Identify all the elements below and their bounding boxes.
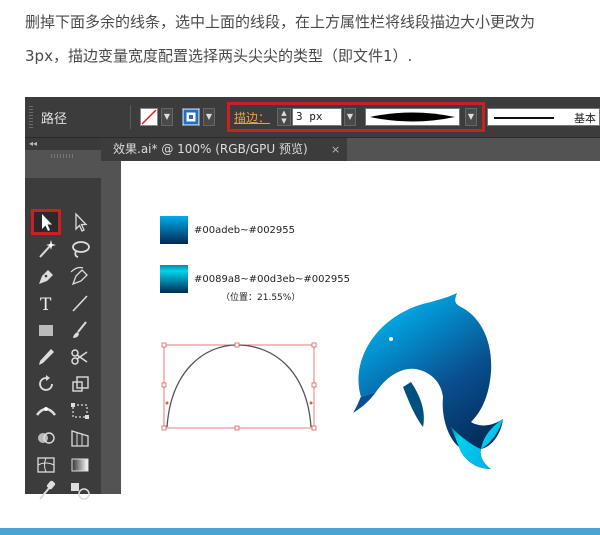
document-tab[interactable]: 效果.ai* @ 100% (RGB/GPU 预览) × <box>101 138 347 161</box>
tools-panel: ◂◂ T <box>25 138 101 500</box>
control-bar-grip[interactable] <box>29 106 33 128</box>
rotate-tool-icon[interactable] <box>31 372 61 396</box>
stroke-label-link[interactable]: 描边： <box>234 109 270 126</box>
paintbrush-tool-icon[interactable] <box>65 318 95 342</box>
panel-grip[interactable] <box>51 154 73 158</box>
stroke-dropdown-arrow[interactable]: ▼ <box>203 108 215 126</box>
type-tool-icon[interactable]: T <box>31 291 61 315</box>
selection-tool-icon[interactable] <box>31 210 61 234</box>
canvas-left-strip <box>101 161 121 494</box>
instruction-line-1: 删掉下面多余的线条，选中上面的线段，在上方属性栏将线段描边大小更改为 <box>25 13 536 31</box>
close-tab-icon[interactable]: × <box>331 138 340 161</box>
stroke-weight-dropdown-arrow[interactable]: ▼ <box>344 108 356 126</box>
curvature-tool-icon[interactable] <box>65 264 95 288</box>
selected-arc-path[interactable] <box>159 341 319 431</box>
rectangle-tool-icon[interactable] <box>31 318 61 342</box>
gradient-tool-icon[interactable] <box>65 453 95 477</box>
lasso-tool-icon[interactable] <box>65 237 95 261</box>
gradient-swatch-2 <box>160 265 188 293</box>
eyedropper-tool-icon[interactable] <box>31 478 61 502</box>
pencil-tool-icon[interactable] <box>31 345 61 369</box>
object-type-label: 路径 <box>41 112 68 127</box>
fill-dropdown-arrow[interactable]: ▼ <box>161 108 173 126</box>
illustrator-window: 路径 ▼ ▼ 描边： ▲ ▼ 3 px ▼ ▼ 基本 ◂◂ T 效果.ai* @… <box>25 97 600 500</box>
pen-tool-icon[interactable] <box>31 264 61 288</box>
blend-tool-icon[interactable] <box>65 478 95 502</box>
tools-grid: T <box>25 178 101 500</box>
profile-dropdown-arrow[interactable]: ▼ <box>465 108 477 126</box>
gradient-2-position: （位置：21.55%） <box>221 293 301 303</box>
instruction-line-2: 3px，描边变量宽度配置选择两头尖尖的类型（即文件1）. <box>25 47 413 65</box>
brush-stroke-preview <box>494 117 554 119</box>
mesh-tool-icon[interactable] <box>31 453 61 477</box>
gradient-1-label: #00adeb~#002955 <box>194 225 296 236</box>
control-bar: 路径 ▼ ▼ 描边： ▲ ▼ 3 px ▼ ▼ 基本 <box>25 97 600 138</box>
gradient-2-label: #0089a8~#00d3eb~#002955 <box>194 274 350 285</box>
svg-text:T: T <box>40 295 52 315</box>
brush-label: 基本 <box>574 112 596 125</box>
bottom-accent-bar <box>0 528 600 535</box>
separator <box>130 105 131 129</box>
scissors-tool-icon[interactable] <box>65 345 95 369</box>
variable-width-profile-select[interactable] <box>365 108 460 126</box>
gradient-swatch-1 <box>160 216 188 244</box>
panel-collapse-button[interactable]: ◂◂ <box>25 138 101 150</box>
document-tab-bar: 效果.ai* @ 100% (RGB/GPU 预览) × <box>101 138 600 161</box>
direct-selection-tool-icon[interactable] <box>65 210 95 234</box>
artboard-canvas[interactable]: #00adeb~#002955 #0089a8~#00d3eb~#002955 … <box>121 161 600 494</box>
stroke-weight-stepper[interactable]: ▲ ▼ <box>277 108 291 126</box>
brush-definition-select[interactable]: 基本 <box>487 108 600 126</box>
line-tool-icon[interactable] <box>65 291 95 315</box>
fill-swatch[interactable] <box>140 108 158 126</box>
stroke-swatch[interactable] <box>182 108 200 126</box>
document-tab-title: 效果.ai* @ 100% (RGB/GPU 预览) <box>113 142 308 156</box>
magic-wand-tool-icon[interactable] <box>31 237 61 261</box>
dolphin-illustration <box>353 293 503 469</box>
free-transform-tool-icon[interactable] <box>65 399 95 423</box>
perspective-grid-tool-icon[interactable] <box>65 426 95 450</box>
width-tool-icon[interactable] <box>31 399 61 423</box>
stroke-weight-input[interactable]: 3 px <box>292 108 342 126</box>
shape-builder-tool-icon[interactable] <box>31 426 61 450</box>
scale-tool-icon[interactable] <box>65 372 95 396</box>
